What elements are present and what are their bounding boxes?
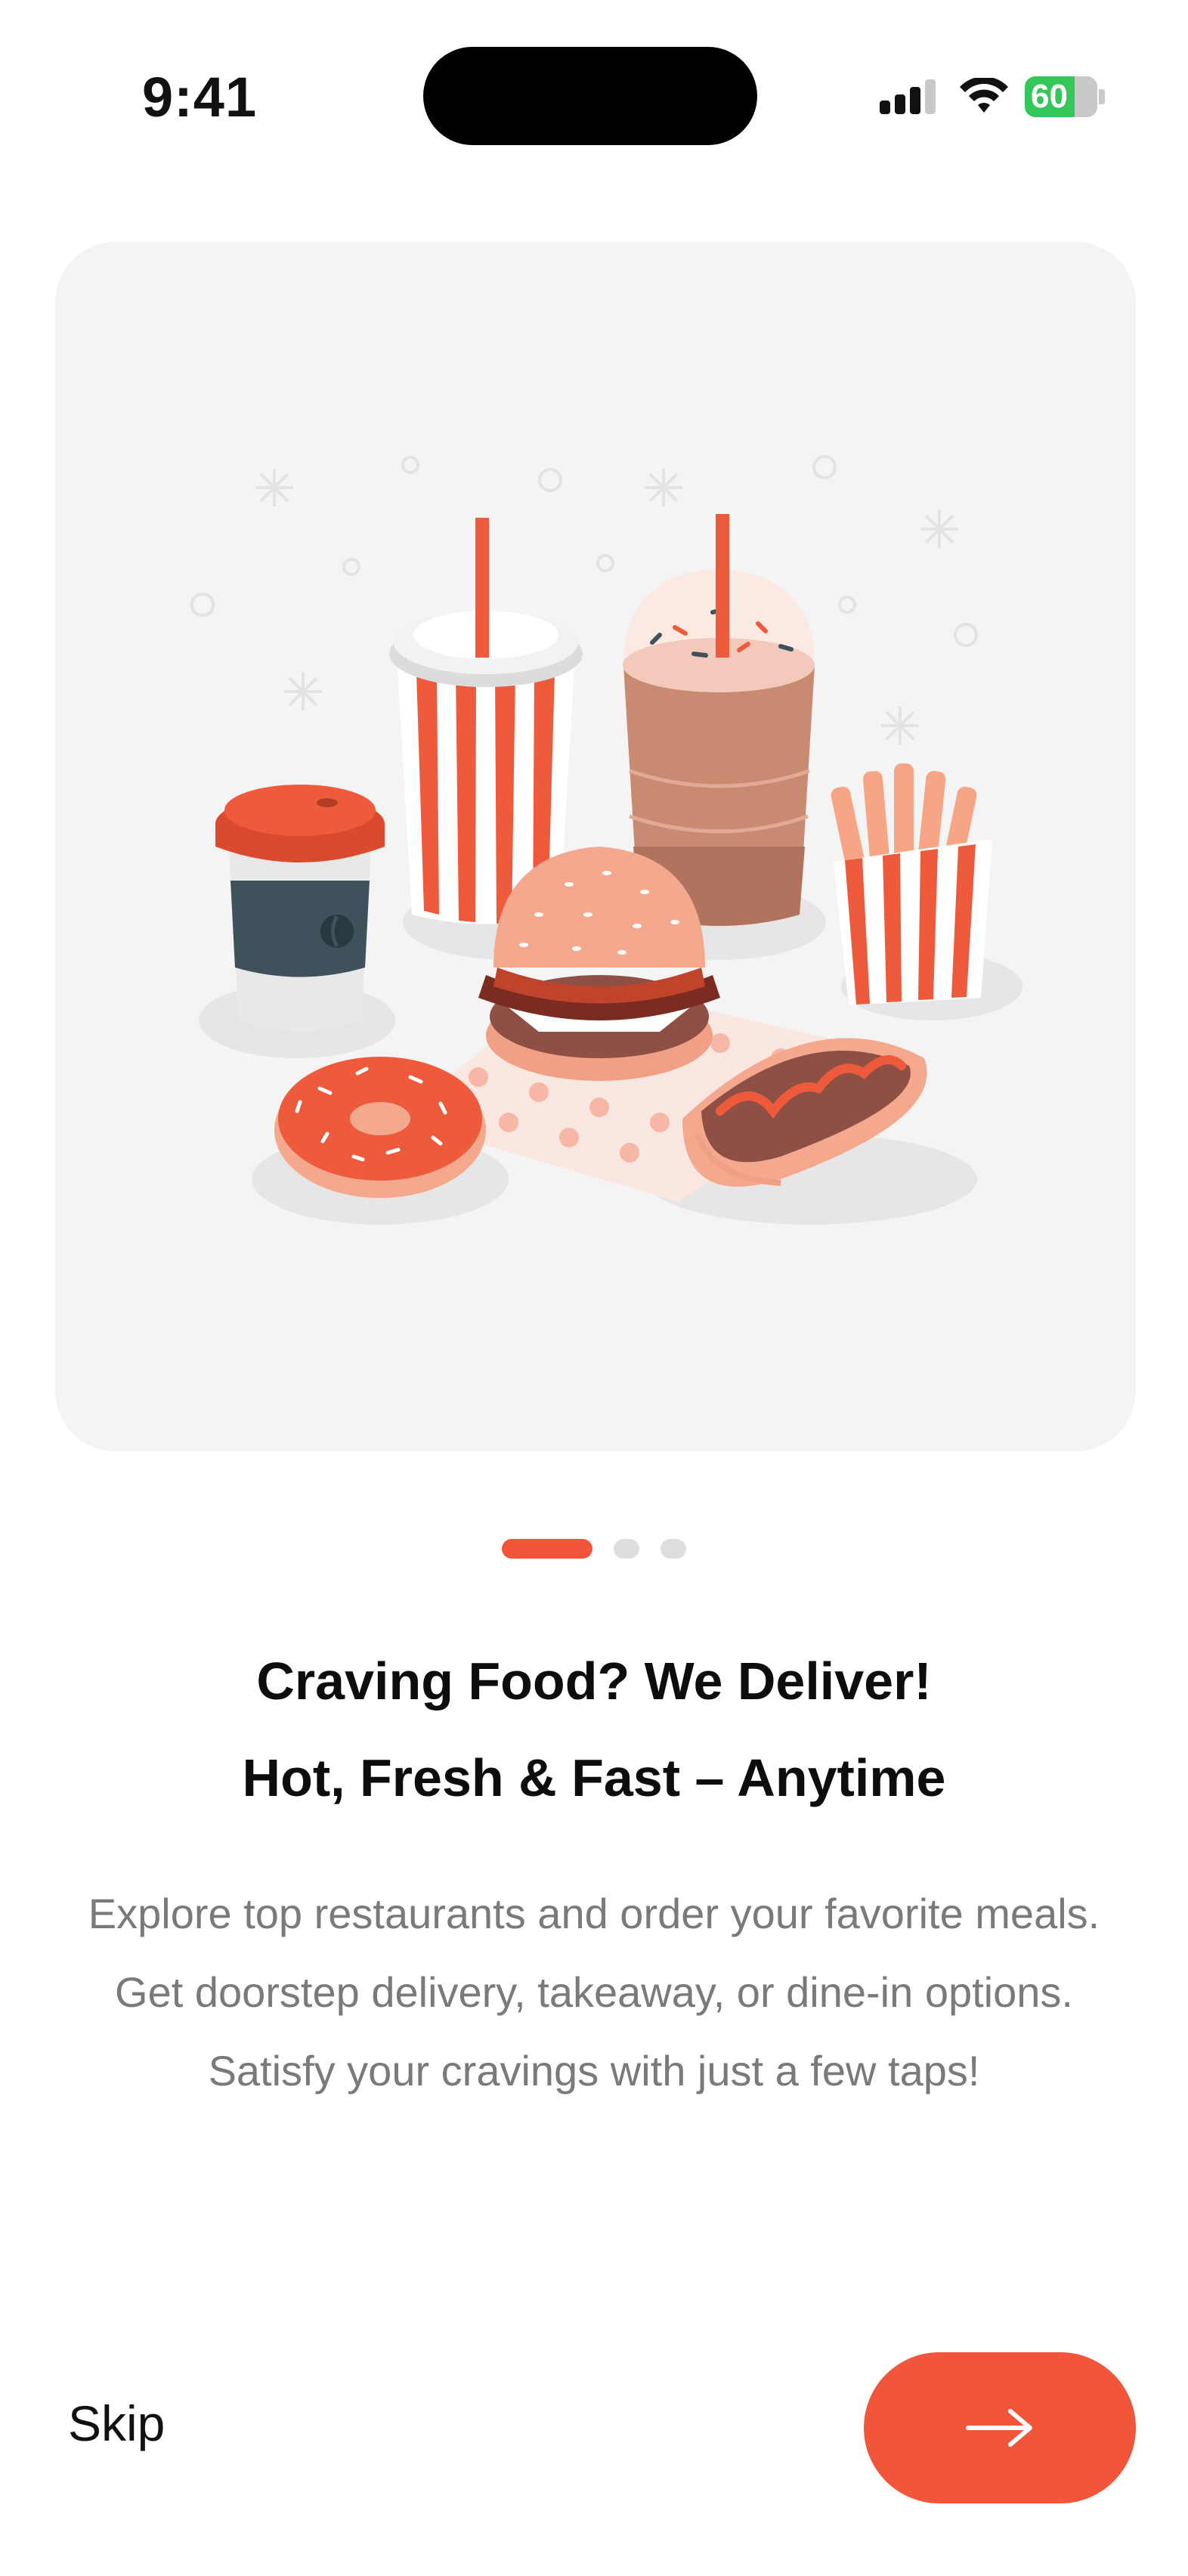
page-dot[interactable] <box>661 1539 686 1559</box>
title-line-2: Hot, Fresh & Fast – Anytime <box>242 1748 946 1807</box>
dynamic-island <box>423 47 757 145</box>
onboarding-title: Craving Food? We Deliver! Hot, Fresh & F… <box>0 1633 1188 1826</box>
status-time: 9:41 <box>142 66 258 128</box>
wifi-icon <box>960 78 1008 113</box>
page-indicator <box>0 1539 1188 1559</box>
next-button[interactable] <box>864 2352 1136 2503</box>
skip-button[interactable]: Skip <box>68 2395 165 2452</box>
onboarding-description: Explore top restaurants and order your f… <box>88 1890 1100 2095</box>
fries <box>831 763 992 1005</box>
title-line-1: Craving Food? We Deliver! <box>256 1652 932 1711</box>
status-bar: 9:41 60 <box>0 0 1188 189</box>
page-dot-active[interactable] <box>502 1539 592 1559</box>
coffee-cup <box>215 785 385 1032</box>
battery-icon: 60 <box>1025 76 1105 117</box>
signal-icon <box>880 79 936 114</box>
hero-illustration-card <box>55 242 1136 1451</box>
battery-level: 60 <box>1031 78 1068 115</box>
arrow-right-icon <box>966 2409 1032 2447</box>
donut <box>274 1057 486 1198</box>
fast-food-illustration <box>190 455 1022 1225</box>
status-icons: 60 <box>880 73 1105 121</box>
page-dot[interactable] <box>614 1539 639 1559</box>
